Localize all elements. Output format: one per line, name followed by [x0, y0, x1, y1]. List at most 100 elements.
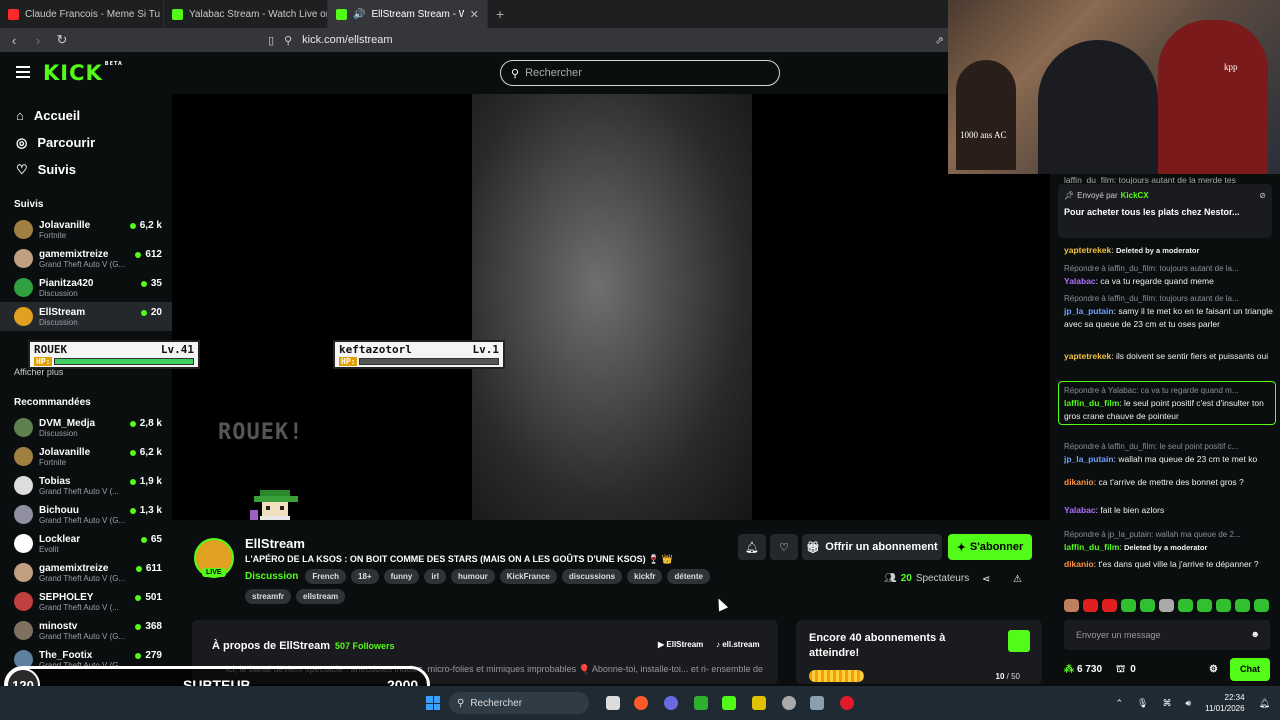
emote-icon[interactable] — [1083, 599, 1098, 612]
chat-input[interactable]: Envoyer un message ☻ — [1064, 620, 1270, 650]
chat-username[interactable]: jp_la_putain — [1064, 306, 1114, 316]
share-icon[interactable]: ⋖ — [982, 574, 990, 585]
emote-icon[interactable] — [1102, 599, 1117, 612]
emote-icon[interactable] — [1178, 599, 1193, 612]
video-player[interactable] — [172, 94, 1050, 520]
site-info-icon[interactable]: ⚲ — [284, 34, 292, 47]
emote-icon[interactable] — [1140, 599, 1155, 612]
reload-icon[interactable]: ↻ — [52, 32, 72, 48]
new-tab-icon[interactable]: + — [496, 6, 504, 22]
browser-tab[interactable]: Yalabac Stream - Watch Live on Kick — [164, 0, 328, 28]
chat-username[interactable]: yaptetrekek — [1064, 351, 1111, 361]
search-input[interactable]: ⚲ Rechercher — [500, 60, 780, 86]
youtube-app-icon[interactable] — [840, 696, 854, 710]
emoji-icon[interactable]: ☻ — [1251, 628, 1260, 641]
bookmark-icon[interactable]: ▯ — [268, 34, 274, 47]
stream-tag[interactable]: ellstream — [296, 589, 346, 604]
stream-tag[interactable]: 18+ — [351, 569, 379, 584]
stream-tag[interactable]: humour — [450, 569, 495, 584]
sidebar-channel[interactable]: Jolavanille Fortnite 6,2 k — [0, 215, 172, 244]
goal-button[interactable] — [1008, 630, 1030, 652]
emote-icon[interactable] — [1254, 599, 1269, 612]
task-view-icon[interactable] — [606, 696, 620, 710]
pinned-user[interactable]: KickCX — [1121, 189, 1149, 202]
stream-tag[interactable]: KickFrance — [499, 569, 557, 584]
hide-icon[interactable]: ⊘ — [1259, 189, 1266, 202]
chat-username[interactable]: Yalabac — [1064, 276, 1096, 286]
nav-following[interactable]: ♡ Suivis — [16, 156, 172, 183]
emote-icon[interactable] — [1216, 599, 1231, 612]
kick-logo[interactable]: KICK BETA — [43, 61, 123, 85]
app-icon[interactable] — [782, 696, 796, 710]
follow-button[interactable]: ♡ — [770, 534, 798, 560]
chat-username[interactable]: Yalabac — [1064, 505, 1096, 515]
chat-username[interactable]: laffin_du_film — [1064, 542, 1119, 552]
stream-tag[interactable]: détente — [667, 569, 710, 584]
back-icon[interactable]: ‹ — [4, 33, 24, 48]
subscribe-button[interactable]: ✦ S'abonner — [948, 534, 1032, 560]
sidebar-channel[interactable]: SEPHOLEY Grand Theft Auto V (... 501 — [0, 587, 172, 616]
settings-app-icon[interactable] — [810, 696, 824, 710]
drops-value[interactable]: 0 — [1130, 663, 1136, 676]
sidebar-channel[interactable]: gamemixtreize Grand Theft Auto V (G... 611 — [0, 558, 172, 587]
emote-icon[interactable] — [1064, 599, 1079, 612]
sidebar-channel[interactable]: Jolavanille Fortnite 6,2 k — [0, 442, 172, 471]
sidebar-channel[interactable]: Tobias Grand Theft Auto V (... 1,9 k — [0, 471, 172, 500]
kick-app-icon[interactable] — [722, 696, 736, 710]
menu-icon[interactable] — [16, 66, 30, 78]
spreadsheet-icon[interactable] — [694, 696, 708, 710]
emote-icon[interactable] — [1235, 599, 1250, 612]
stream-tag[interactable]: funny — [383, 569, 420, 584]
mic-icon[interactable]: 🎙︎ — [1137, 698, 1148, 709]
viewer-label: Spectateurs — [915, 573, 970, 584]
stream-tag[interactable]: irl — [424, 569, 446, 584]
brave-icon[interactable] — [634, 696, 648, 710]
stream-tag[interactable]: discussions — [561, 569, 623, 584]
volume-icon[interactable]: 🔊︎ — [1185, 698, 1191, 709]
browser-tab-active[interactable]: 🔊 EllStream Stream - Watch Live on Kick … — [328, 0, 488, 28]
streamer-name[interactable]: EllStream — [245, 536, 305, 551]
sidebar-channel[interactable]: gamemixtreize Grand Theft Auto V (G... 612 — [0, 244, 172, 273]
forward-icon[interactable]: › — [28, 33, 48, 48]
folder-icon[interactable] — [752, 696, 766, 710]
taskbar-search[interactable]: ⚲ Rechercher — [449, 692, 589, 714]
stream-tag[interactable]: kickfr — [627, 569, 663, 584]
sidebar-channel[interactable]: Pianitza420 Discussion 35 — [0, 273, 172, 302]
emote-icon[interactable] — [1121, 599, 1136, 612]
url-field[interactable]: ▯ ⚲ kick.com/ellstream — [268, 34, 393, 47]
close-tab-icon[interactable]: ✕ — [470, 8, 479, 21]
browser-tab[interactable]: Claude Francois - Meme Si Tu Revenais — [0, 0, 164, 28]
report-icon[interactable]: ⚠ — [1013, 574, 1022, 585]
sidebar-channel[interactable]: DVM_Medja Discussion 2,8 k — [0, 413, 172, 442]
sidebar-channel[interactable]: EllStream Discussion 20 — [0, 302, 172, 331]
gift-sub-button[interactable]: 🎁︎ Offrir un abonnement — [802, 534, 942, 560]
nav-browse[interactable]: ◎ Parcourir — [16, 129, 172, 156]
discord-icon[interactable] — [664, 696, 678, 710]
stream-tag[interactable]: streamfr — [245, 589, 292, 604]
stream-category[interactable]: Discussion — [245, 571, 298, 582]
network-icon[interactable]: ⌘ — [1162, 698, 1171, 709]
chat-send-button[interactable]: Chat — [1230, 657, 1270, 681]
show-more-link[interactable]: Afficher plus — [0, 367, 172, 381]
notification-icon[interactable]: 🔔︎ — [1259, 698, 1270, 709]
chat-username[interactable]: dikanio — [1064, 559, 1094, 569]
settings-icon[interactable]: ⚙ — [1209, 663, 1218, 676]
windows-start-icon[interactable] — [426, 696, 440, 710]
share-icon[interactable]: ⇗ — [935, 34, 944, 47]
sidebar-channel[interactable]: Locklear Evolit 65 — [0, 529, 172, 558]
emote-icon[interactable] — [1197, 599, 1212, 612]
youtube-link[interactable]: ▶ EllStream — [658, 640, 703, 649]
chat-username[interactable]: jp_la_putain — [1064, 454, 1114, 464]
notification-bell-button[interactable]: 🔔︎ — [738, 534, 766, 560]
sidebar-channel[interactable]: Bichouu Grand Theft Auto V (G... 1,3 k — [0, 500, 172, 529]
chat-username[interactable]: yaptetrekek — [1064, 245, 1111, 255]
sidebar-channel[interactable]: minostv Grand Theft Auto V (G... 368 — [0, 616, 172, 645]
clock[interactable]: 22:34 11/01/2026 — [1205, 692, 1244, 714]
emote-icon[interactable] — [1159, 599, 1174, 612]
nav-home[interactable]: ⌂ Accueil — [16, 102, 172, 129]
points-value[interactable]: 6 730 — [1077, 663, 1102, 676]
chevron-up-icon[interactable]: ⌃ — [1115, 698, 1123, 709]
stream-tag[interactable]: French — [305, 569, 347, 584]
tiktok-link[interactable]: ♪ ell.stream — [716, 640, 760, 649]
chat-username[interactable]: dikanio — [1064, 477, 1094, 487]
